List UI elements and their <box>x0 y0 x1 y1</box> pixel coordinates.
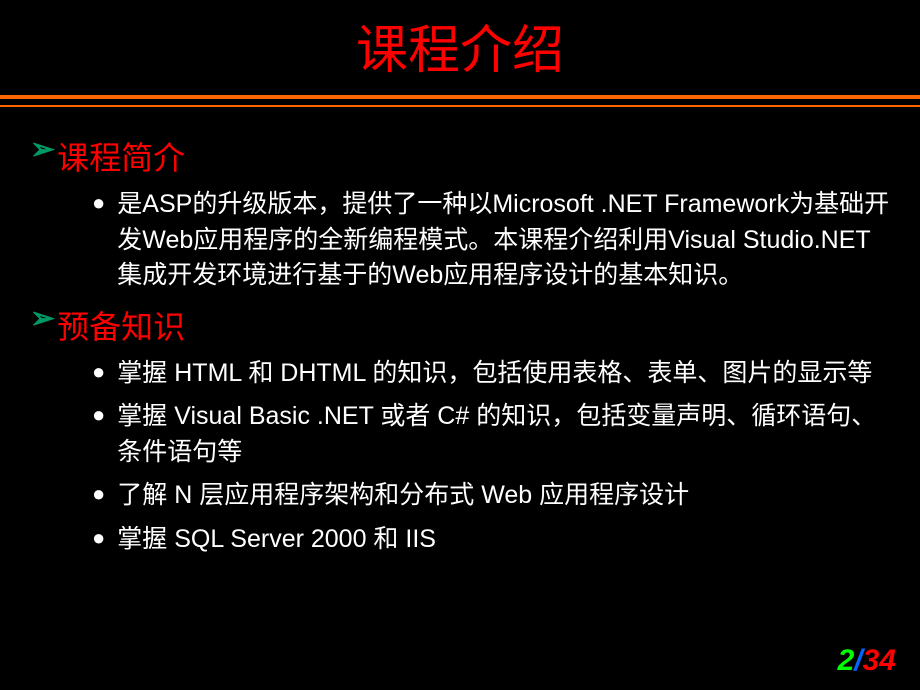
arrow-bullet-icon: ➢ <box>30 133 55 168</box>
dot-bullet-icon: ● <box>92 522 105 554</box>
dot-bullet-icon: ● <box>92 356 105 388</box>
page-total: 34 <box>863 644 896 677</box>
slide-title: 课程介绍 <box>0 0 920 95</box>
bullet-text: 掌握 SQL Server 2000 和 IIS <box>117 522 436 558</box>
page-current: 2 <box>838 644 855 677</box>
bullet-item: ● 了解 N 层应用程序架构和分布式 Web 应用程序设计 <box>30 478 890 514</box>
dot-bullet-icon: ● <box>92 399 105 431</box>
page-separator: / <box>854 644 862 677</box>
bullet-item: ● 是ASP的升级版本，提供了一种以Microsoft .NET Framewo… <box>30 187 890 294</box>
section-heading-prereq: ➢ 预备知识 <box>30 302 890 348</box>
title-underline-thick <box>0 95 920 99</box>
bullet-item: ● 掌握 Visual Basic .NET 或者 C# 的知识，包括变量声明、… <box>30 399 890 470</box>
bullet-text: 了解 N 层应用程序架构和分布式 Web 应用程序设计 <box>117 478 689 514</box>
bullet-text: 掌握 Visual Basic .NET 或者 C# 的知识，包括变量声明、循环… <box>117 399 890 470</box>
section-heading-intro: ➢ 课程简介 <box>30 133 890 179</box>
section-title-intro: 课程简介 <box>57 133 185 179</box>
dot-bullet-icon: ● <box>92 187 105 219</box>
bullet-item: ● 掌握 SQL Server 2000 和 IIS <box>30 522 890 558</box>
arrow-bullet-icon: ➢ <box>30 302 55 337</box>
page-number: 2/34 <box>838 644 896 678</box>
bullet-text: 掌握 HTML 和 DHTML 的知识，包括使用表格、表单、图片的显示等 <box>117 356 872 392</box>
bullet-item: ● 掌握 HTML 和 DHTML 的知识，包括使用表格、表单、图片的显示等 <box>30 356 890 392</box>
dot-bullet-icon: ● <box>92 478 105 510</box>
bullet-text: 是ASP的升级版本，提供了一种以Microsoft .NET Framework… <box>117 187 890 294</box>
slide-content: ➢ 课程简介 ● 是ASP的升级版本，提供了一种以Microsoft .NET … <box>0 107 920 557</box>
section-title-prereq: 预备知识 <box>57 302 185 348</box>
